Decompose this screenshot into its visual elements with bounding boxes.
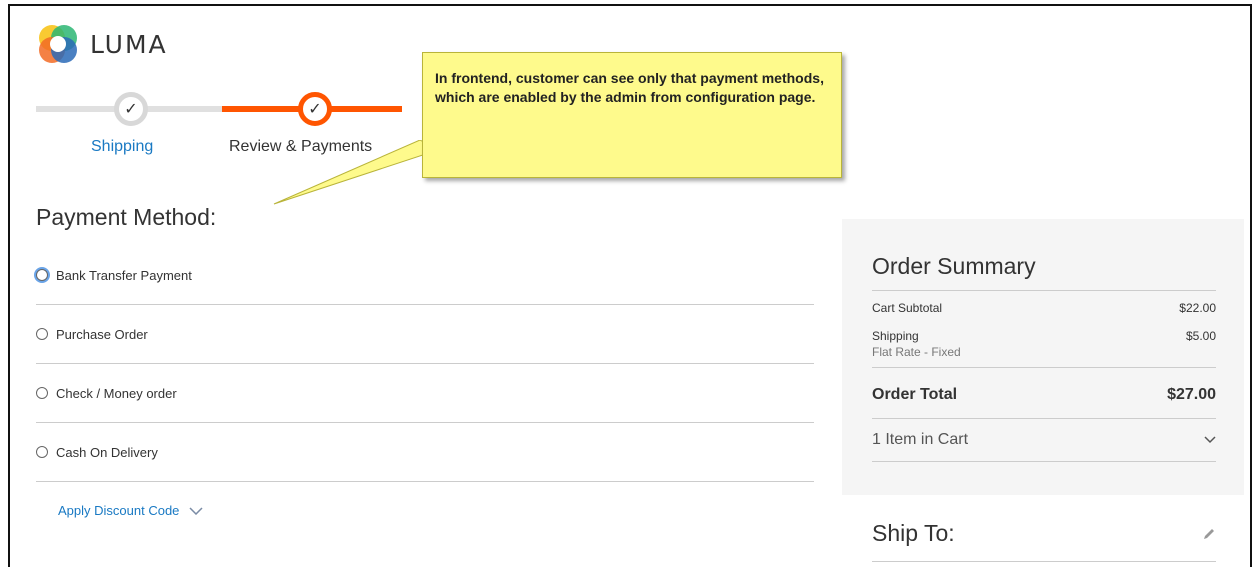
chevron-down-icon <box>1204 436 1216 444</box>
payment-option-label: Check / Money order <box>56 385 177 401</box>
order-total-label: Order Total <box>872 386 958 403</box>
shipping-label: Shipping <box>872 329 919 343</box>
check-icon: ✓ <box>114 92 148 126</box>
ship-to-header: Ship To: <box>872 520 1216 547</box>
logo[interactable]: LUMA <box>36 22 168 66</box>
payment-option-label: Bank Transfer Payment <box>56 267 192 283</box>
order-total-row: Order Total $27.00 <box>872 386 1216 419</box>
payment-method-list: Bank Transfer Payment Purchase Order Che… <box>36 246 814 482</box>
callout-text: In frontend, customer can see only that … <box>435 70 824 105</box>
order-summary-title: Order Summary <box>872 253 1216 291</box>
cart-subtotal-value: $22.00 <box>1179 301 1216 315</box>
annotation-callout: In frontend, customer can see only that … <box>422 52 842 178</box>
apply-discount-code-link[interactable]: Apply Discount Code <box>58 503 203 518</box>
items-in-cart-label: 1 Item in Cart <box>872 431 969 448</box>
shipping-method: Flat Rate - Fixed <box>872 345 1216 368</box>
order-summary: Order Summary Cart Subtotal $22.00 Shipp… <box>842 219 1244 495</box>
radio-button[interactable] <box>36 387 48 399</box>
radio-button[interactable] <box>36 269 48 281</box>
ship-to-title: Ship To: <box>872 520 955 546</box>
payment-option-cash-on-delivery[interactable]: Cash On Delivery <box>36 423 814 482</box>
check-icon: ✓ <box>298 92 332 126</box>
chevron-down-icon <box>189 506 203 515</box>
step-label-shipping[interactable]: Shipping <box>91 138 153 156</box>
radio-button[interactable] <box>36 328 48 340</box>
shipping-row: Shipping $5.00 <box>872 329 1216 343</box>
items-in-cart-toggle[interactable]: 1 Item in Cart <box>872 419 1216 462</box>
radio-button[interactable] <box>36 446 48 458</box>
step-shipping-check: ✓ <box>124 101 138 118</box>
payment-method-title: Payment Method: <box>36 204 217 230</box>
pencil-icon[interactable] <box>1202 527 1216 541</box>
cart-subtotal-label: Cart Subtotal <box>872 301 943 315</box>
payment-option-label: Purchase Order <box>56 326 148 342</box>
order-total-value: $27.00 <box>1167 386 1216 403</box>
step-review-check: ✓ <box>308 101 322 118</box>
luma-logo-icon <box>39 25 77 63</box>
logo-text: LUMA <box>90 29 168 59</box>
shipping-value: $5.00 <box>1185 329 1216 343</box>
cart-subtotal-row: Cart Subtotal $22.00 <box>872 301 1216 315</box>
divider <box>872 561 1216 562</box>
payment-option-label: Cash On Delivery <box>56 444 158 460</box>
payment-option-purchase-order[interactable]: Purchase Order <box>36 305 814 364</box>
callout-pointer <box>273 140 440 205</box>
discount-label: Apply Discount Code <box>58 503 180 518</box>
payment-option-check-money-order[interactable]: Check / Money order <box>36 364 814 423</box>
payment-option-bank-transfer[interactable]: Bank Transfer Payment <box>36 246 814 305</box>
